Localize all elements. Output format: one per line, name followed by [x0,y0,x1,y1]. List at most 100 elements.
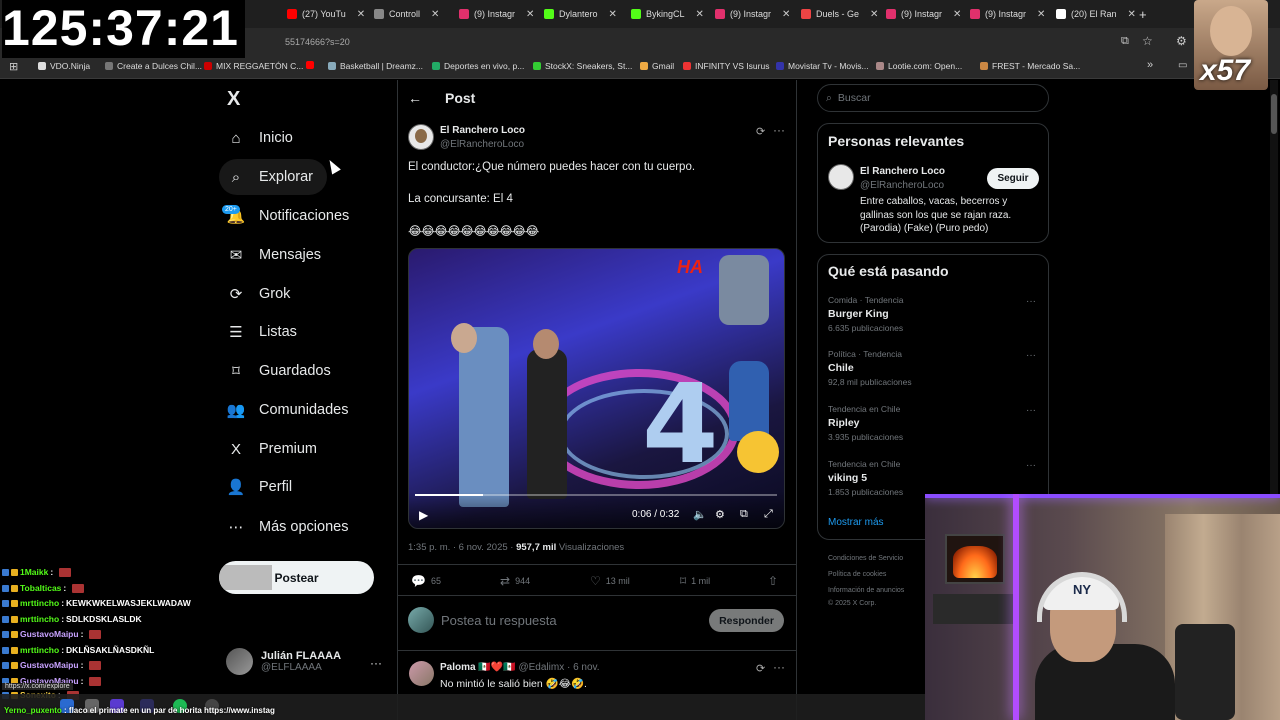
more-icon[interactable]: ··· [773,660,785,674]
close-icon[interactable]: ✕ [609,9,617,20]
meme-multiplier: x57 [1200,54,1251,87]
grok-icon[interactable]: ⟳ [756,125,765,138]
bookmark-item[interactable]: Lootie.com: Open... [876,61,962,71]
post-button[interactable]: Postear [219,561,374,594]
author-name[interactable]: El Ranchero Loco [440,125,525,136]
bookmark-stat[interactable]: ⌑ 1 mil [680,574,710,588]
more-icon[interactable]: ··· [773,123,785,137]
more-icon[interactable]: ··· [1026,460,1036,471]
browser-tab[interactable]: (9) Instagr ✕ [886,6,964,22]
nav-item-guardados[interactable]: ⌑ Guardados [219,353,331,389]
trend-item[interactable]: Tendencia en Chile Ripley 3.935 publicacio… [828,404,1038,442]
bookmark-item[interactable]: VDO.Ninja [38,61,90,71]
bookmark-item[interactable]: MIX REGGAETÓN C... [204,61,303,71]
trend-item[interactable]: Comida · Tendencia Burger King 6.635 publi… [828,295,1038,333]
close-icon[interactable]: ✕ [782,9,790,20]
close-icon[interactable]: ✕ [1037,9,1045,20]
close-icon[interactable]: ✕ [1128,9,1136,20]
browser-tab[interactable]: Dylantero ✕ [544,6,622,22]
scrollbar-thumb[interactable] [1271,94,1277,134]
nav-item-comunidades[interactable]: 👥 Comunidades [219,392,349,428]
close-icon[interactable]: ✕ [526,9,534,20]
nav-item-notificaciones[interactable]: 🔔 Notificaciones [219,198,350,234]
more-icon[interactable]: ··· [1026,350,1036,361]
nav-item-perfil[interactable]: 👤 Perfil [219,469,292,505]
cast-icon[interactable]: ⧉ [1121,35,1129,48]
nav-item-listas[interactable]: ☰ Listas [219,314,297,350]
scrollbar[interactable] [1270,80,1278,494]
nav-item-grok[interactable]: ⟳ Grok [219,276,291,312]
bookmark-item[interactable]: Deportes en vivo, p... [432,61,524,71]
fullscreen-icon[interactable]: ⤢ [764,508,773,521]
browser-tab[interactable]: BykingCL ✕ [631,6,709,22]
close-icon[interactable]: ✕ [870,9,878,20]
comment-author[interactable]: Paloma 🇲🇽❤️🇲🇽 [440,662,516,673]
folder-icon[interactable]: ▭ [1178,60,1187,71]
x-logo-icon[interactable]: X [227,89,247,109]
bookmark-item[interactable]: INFINITY VS Isurus [683,61,769,71]
follow-button[interactable]: Seguir [987,168,1039,189]
bookmark-item[interactable]: Movistar Tv - Movis... [776,61,869,71]
search-input[interactable]: ⌕ Buscar [817,84,1049,112]
close-icon[interactable]: ✕ [431,9,439,20]
star-icon[interactable]: ☆ [1142,34,1153,48]
browser-tab[interactable]: (9) Instagr ✕ [715,6,793,22]
chevron-right-icon[interactable]: » [1147,59,1153,71]
video-player[interactable]: 4 HA ▶ 0:06 / 0:32 🔈 ⚙ ⧉ ⤢ [408,248,785,529]
browser-tab[interactable]: Duels - Ge ✕ [801,6,879,22]
video-person [451,323,477,353]
bookmark-item[interactable]: FREST - Mercado Sa... [980,61,1080,71]
settings-icon[interactable]: ⚙ [715,508,725,521]
share-icon[interactable]: ⇧ [768,574,778,588]
url-text[interactable]: 55174666?s=20 [285,37,350,47]
like-stat[interactable]: ♡ 13 mil [590,574,630,588]
bookmark-item[interactable] [306,61,318,69]
account-switcher[interactable]: Julián FLAAAA @ELFLAAAA [226,648,341,675]
bookmark-item[interactable]: StockX: Sneakers, St... [533,61,632,71]
browser-tab[interactable]: (9) Instagr ✕ [459,6,537,22]
show-more-link[interactable]: Mostrar más [828,517,884,528]
footer-link[interactable]: Política de cookies [828,571,886,578]
extensions-icon[interactable]: ⚙ [1176,34,1187,48]
bookmark-item[interactable]: Basketball | Dreamz... [328,61,423,71]
nav-item-inicio[interactable]: ⌂ Inicio [219,120,292,156]
apps-icon[interactable]: ⊞ [9,60,18,73]
pip-icon[interactable]: ⧉ [740,508,748,521]
bookmark-item[interactable]: Gmail [640,61,674,71]
reply-button[interactable]: Responder [709,609,784,632]
footer-link[interactable]: Información de anuncios [828,587,904,594]
trend-item[interactable]: Política · Tendencia Chile 92,8 mil public… [828,349,1038,387]
relevant-name[interactable]: El Ranchero Loco [860,166,945,177]
nav-item-explorar[interactable]: ⌕ Explorar [219,159,327,195]
close-icon[interactable]: ✕ [357,9,365,20]
play-icon[interactable]: ▶ [419,508,428,522]
browser-tab[interactable]: (27) YouTu ✕ [287,6,365,22]
browser-tab[interactable]: (9) Instagr ✕ [970,6,1048,22]
nav-item-m-s-opciones[interactable]: ⋯ Más opciones [219,509,349,545]
author-handle[interactable]: @ElRancheroLoco [440,139,524,150]
reply-input[interactable]: Postea tu respuesta [441,613,557,628]
back-arrow-icon[interactable]: ← [408,90,422,106]
comment-handle[interactable]: @Edalimx · 6 nov. [518,662,599,673]
more-icon[interactable]: ··· [370,656,382,670]
relevant-handle[interactable]: @ElRancheroLoco [860,180,944,191]
browser-tab[interactable]: Controll ✕ [374,6,452,22]
repost-stat[interactable]: ⇄ 944 [500,574,530,588]
bookmark-item[interactable]: Create a Dulces Chil... [105,61,202,71]
reply-stat[interactable]: 💬 65 [411,574,441,588]
close-icon[interactable]: ✕ [696,9,704,20]
trend-item[interactable]: Tendencia en Chile viking 5 1.853 publicac… [828,459,1038,497]
new-tab-icon[interactable]: + [1139,6,1147,22]
more-icon[interactable]: ··· [1026,405,1036,416]
author-avatar[interactable] [828,164,854,190]
comment-avatar[interactable] [409,661,434,686]
footer-link[interactable]: Condiciones de Servicio [828,555,903,562]
close-icon[interactable]: ✕ [953,9,961,20]
more-icon[interactable]: ··· [1026,296,1036,307]
author-avatar[interactable] [408,124,434,150]
grok-icon[interactable]: ⟳ [756,662,765,675]
nav-item-mensajes[interactable]: ✉ Mensajes [219,237,321,273]
browser-tab[interactable]: (20) El Ran ✕ [1056,6,1136,22]
nav-item-premium[interactable]: X Premium [219,431,317,467]
volume-icon[interactable]: 🔈 [693,508,707,521]
